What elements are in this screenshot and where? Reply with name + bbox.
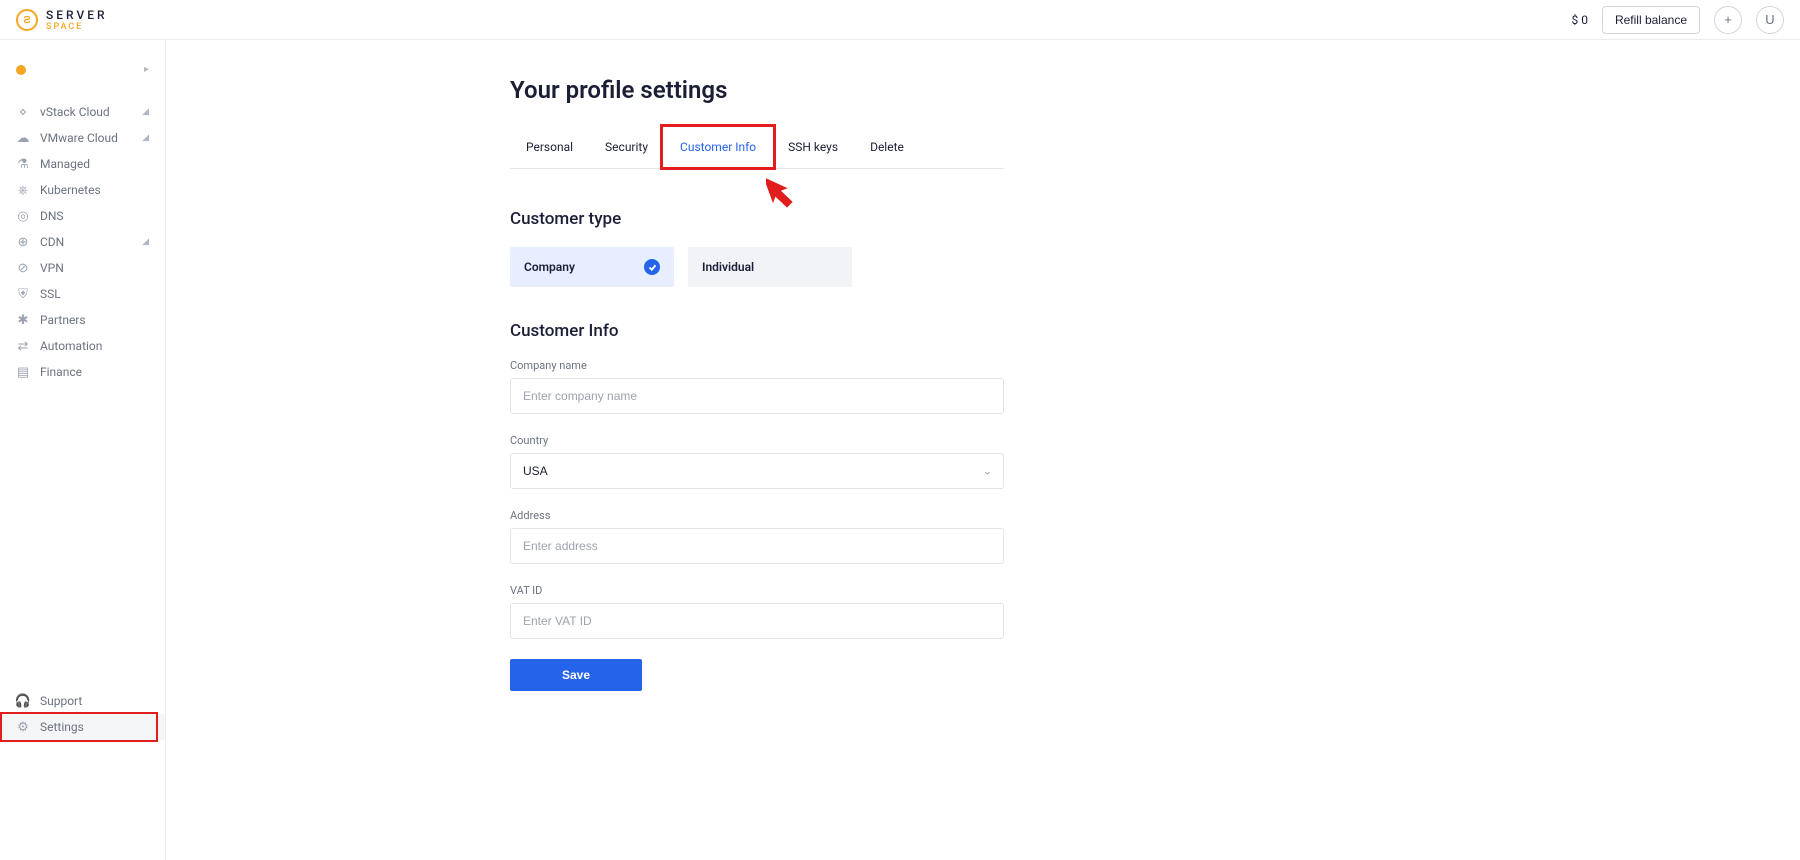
address-label: Address <box>510 509 1004 522</box>
header: SERVER SPACE $ 0 Refill balance + U <box>0 0 1800 40</box>
address-group: Address <box>510 509 1004 564</box>
sidebar-item-partners[interactable]: ✱ Partners <box>0 307 165 333</box>
sidebar-item-label: VMware Cloud <box>40 132 118 144</box>
nav-icon: ✱ <box>16 313 30 327</box>
sidebar-item-finance[interactable]: ▤ Finance <box>0 359 165 385</box>
customer-type-individual[interactable]: Individual <box>688 247 852 287</box>
sidebar-item-label: Automation <box>40 340 102 352</box>
logo-line1: SERVER <box>46 8 108 22</box>
sidebar-item-ssl[interactable]: ⛨ SSL <box>0 281 165 307</box>
headset-icon: 🎧 <box>16 694 30 708</box>
tab-ssh-keys[interactable]: SSH keys <box>772 128 854 168</box>
country-group: Country USA ⌄ <box>510 434 1004 489</box>
sidebar-bottom-list: 🎧 Support ⚙ Settings <box>0 688 165 740</box>
account-dot-icon <box>16 65 26 75</box>
sidebar-item-label: Kubernetes <box>40 184 101 196</box>
sidebar-item-label: Support <box>40 695 82 707</box>
page-title: Your profile settings <box>510 76 1800 104</box>
add-button[interactable]: + <box>1714 6 1742 34</box>
annotation-arrow-icon <box>766 168 802 210</box>
sidebar-item-vpn[interactable]: ⊘ VPN <box>0 255 165 281</box>
sidebar-item-automation[interactable]: ⇄ Automation <box>0 333 165 359</box>
body: ▸ ⋄ vStack Cloud ◢ ☁ VMware Cloud ◢ ⚗ Managed ⎈ K… <box>0 40 1800 860</box>
expand-icon: ◢ <box>142 238 149 247</box>
customer-type-label: Company <box>524 260 575 274</box>
check-icon <box>644 259 660 275</box>
sidebar-nav-list: ⋄ vStack Cloud ◢ ☁ VMware Cloud ◢ ⚗ Managed ⎈ Kub… <box>0 99 165 385</box>
header-right: $ 0 Refill balance + U <box>1571 6 1784 34</box>
nav-icon: ◎ <box>16 209 30 223</box>
tabs: PersonalSecurityCustomer InfoSSH keysDel… <box>510 128 1004 169</box>
sidebar-item-label: Finance <box>40 366 82 378</box>
logo[interactable]: SERVER SPACE <box>16 8 108 32</box>
nav-icon: ⇄ <box>16 339 30 353</box>
customer-type-label: Individual <box>702 260 754 274</box>
sidebar-item-support[interactable]: 🎧 Support <box>0 688 165 714</box>
refill-balance-button[interactable]: Refill balance <box>1602 6 1700 34</box>
sidebar-item-label: SSL <box>40 288 61 300</box>
user-avatar-button[interactable]: U <box>1756 6 1784 34</box>
nav-icon: ⎈ <box>16 183 30 197</box>
balance: $ 0 <box>1571 13 1587 27</box>
expand-icon: ◢ <box>142 134 149 143</box>
sidebar-item-label: Settings <box>40 721 84 733</box>
plus-icon: + <box>1724 12 1732 27</box>
sidebar-item-settings[interactable]: ⚙ Settings <box>0 714 165 740</box>
sidebar-item-managed[interactable]: ⚗ Managed <box>0 151 165 177</box>
gear-icon: ⚙ <box>16 720 30 734</box>
tab-personal[interactable]: Personal <box>510 128 589 168</box>
sidebar-item-label: Partners <box>40 314 86 326</box>
logo-icon <box>16 9 38 31</box>
company-name-label: Company name <box>510 359 1004 372</box>
chevron-right-icon: ▸ <box>144 64 149 75</box>
company-name-group: Company name <box>510 359 1004 414</box>
nav-icon: ⊕ <box>16 235 30 249</box>
nav-icon: ⚗ <box>16 157 30 171</box>
sidebar-item-dns[interactable]: ◎ DNS <box>0 203 165 229</box>
country-select[interactable]: USA <box>510 453 1004 489</box>
expand-icon: ◢ <box>142 108 149 117</box>
logo-text: SERVER SPACE <box>46 8 108 32</box>
main-content: Your profile settings PersonalSecurityCu… <box>166 40 1800 860</box>
logo-line2: SPACE <box>46 22 108 32</box>
sidebar-item-label: VPN <box>40 262 64 274</box>
nav-icon: ⋄ <box>16 105 30 119</box>
sidebar-item-label: DNS <box>40 210 64 222</box>
vat-id-group: VAT ID <box>510 584 1004 639</box>
section-customer-type-title: Customer type <box>510 209 1800 229</box>
sidebar-item-vmware-cloud[interactable]: ☁ VMware Cloud ◢ <box>0 125 165 151</box>
sidebar-item-vstack-cloud[interactable]: ⋄ vStack Cloud ◢ <box>0 99 165 125</box>
vat-id-input[interactable] <box>510 603 1004 639</box>
nav-icon: ⊘ <box>16 261 30 275</box>
customer-type-company[interactable]: Company <box>510 247 674 287</box>
sidebar-item-label: CDN <box>40 236 64 248</box>
nav-icon: ▤ <box>16 365 30 379</box>
section-customer-info-title: Customer Info <box>510 321 1800 341</box>
country-label: Country <box>510 434 1004 447</box>
tab-security[interactable]: Security <box>589 128 664 168</box>
tab-delete[interactable]: Delete <box>854 128 920 168</box>
sidebar-item-label: vStack Cloud <box>40 106 110 118</box>
nav-icon: ☁ <box>16 131 30 145</box>
sidebar-item-cdn[interactable]: ⊕ CDN ◢ <box>0 229 165 255</box>
address-input[interactable] <box>510 528 1004 564</box>
sidebar-item-kubernetes[interactable]: ⎈ Kubernetes <box>0 177 165 203</box>
nav-icon: ⛨ <box>16 287 30 301</box>
company-name-input[interactable] <box>510 378 1004 414</box>
sidebar: ▸ ⋄ vStack Cloud ◢ ☁ VMware Cloud ◢ ⚗ Managed ⎈ K… <box>0 40 166 860</box>
sidebar-account-switcher[interactable]: ▸ <box>0 58 165 81</box>
sidebar-item-label: Managed <box>40 158 90 170</box>
vat-id-label: VAT ID <box>510 584 1004 597</box>
tab-customer-info[interactable]: Customer Info <box>664 128 772 168</box>
customer-type-selector: Company Individual <box>510 247 1800 287</box>
save-button[interactable]: Save <box>510 659 642 691</box>
